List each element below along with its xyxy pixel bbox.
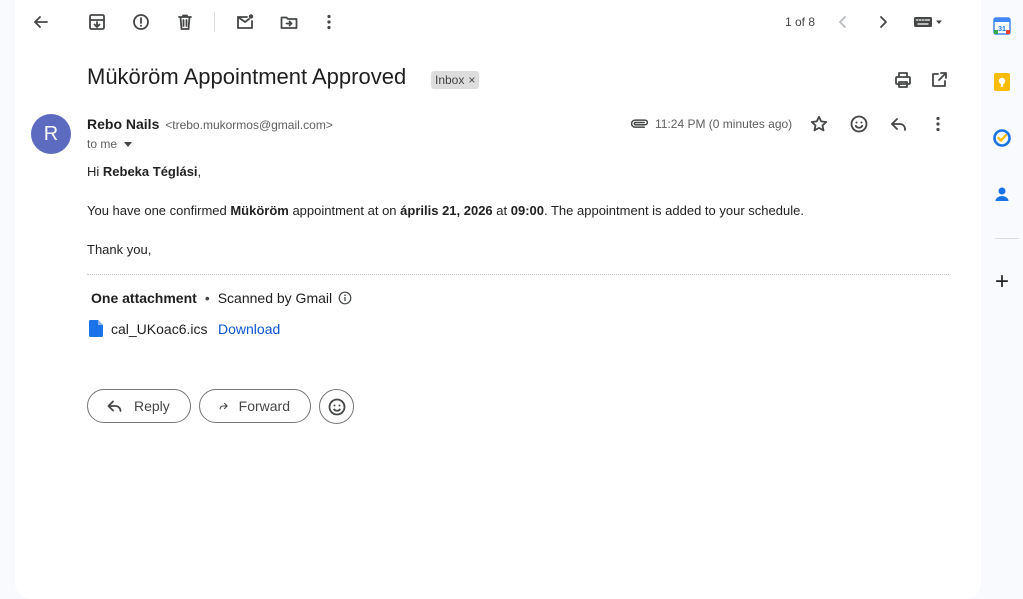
email-body: Hi Rebeka Téglási, You have one confirme… xyxy=(87,164,947,281)
back-arrow-icon xyxy=(34,16,48,28)
move-to-icon xyxy=(280,16,298,29)
reply-label: Reply xyxy=(134,398,170,414)
info-icon[interactable] xyxy=(338,291,352,305)
back-button[interactable] xyxy=(21,2,61,42)
contacts-app-icon xyxy=(995,187,1009,201)
contacts-app-button[interactable] xyxy=(981,178,1023,210)
file-icon xyxy=(89,320,103,337)
appointment-time: 09:00 xyxy=(510,203,544,218)
older-chevron-icon xyxy=(880,16,887,28)
received-time: 11:24 PM (0 minutes ago) xyxy=(655,117,793,131)
report-spam-button[interactable] xyxy=(121,2,161,42)
inbox-label-chip[interactable]: Inbox × xyxy=(431,71,480,89)
greeting-line: Hi Rebeka Téglási, xyxy=(87,164,202,179)
attachment-clip-icon xyxy=(630,119,649,128)
appointment-date: április 21, 2026 xyxy=(400,203,493,218)
forward-label: Forward xyxy=(238,398,290,414)
separator-dot: • xyxy=(204,290,210,306)
emoji-icon xyxy=(850,115,868,133)
emoji-reaction-button[interactable] xyxy=(319,389,354,424)
email-view: 1 of 8 Mükö­röm Appointment Approved Inb… xyxy=(15,0,981,599)
tasks-app-button[interactable] xyxy=(981,122,1023,154)
input-tools-button[interactable] xyxy=(905,2,951,42)
attachment-divider xyxy=(87,274,949,275)
remove-label-icon[interactable]: × xyxy=(468,73,475,87)
toolbar-divider xyxy=(214,12,215,32)
email-subject: Mükö­röm Appointment Approved xyxy=(87,64,407,89)
reply-pill-button[interactable]: Reply xyxy=(87,389,191,423)
recipient-name: Rebeka Téglási xyxy=(102,164,198,179)
recipient-dropdown[interactable]: to me xyxy=(87,137,133,151)
add-app-button[interactable]: + xyxy=(981,266,1023,298)
sender-email: <trebo.mukormos@gmail.com> xyxy=(165,118,333,132)
label-chip-text: Inbox xyxy=(435,73,465,87)
recipient-text: to me xyxy=(87,137,118,151)
archive-button[interactable] xyxy=(77,2,117,42)
side-panel: 31 + xyxy=(981,0,1023,599)
keyboard-icon xyxy=(914,17,942,27)
star-icon xyxy=(810,115,828,132)
delete-button[interactable] xyxy=(165,2,205,42)
calendar-day-text: 31 xyxy=(998,26,1006,33)
service-name: Mükö­röm xyxy=(230,203,289,218)
closing-line: Thank you, xyxy=(87,242,152,257)
more-options-button[interactable] xyxy=(309,2,349,42)
reply-icon xyxy=(891,118,906,131)
forward-pill-button[interactable]: Forward xyxy=(199,389,311,423)
side-panel-divider xyxy=(995,238,1019,239)
message-more-button[interactable] xyxy=(918,104,958,144)
keep-app-button[interactable] xyxy=(981,66,1023,98)
report-spam-icon xyxy=(133,14,149,30)
emoji-icon xyxy=(328,398,345,415)
move-to-button[interactable] xyxy=(269,2,309,42)
newer-chevron-icon xyxy=(839,16,846,28)
pager-text: 1 of 8 xyxy=(785,15,816,29)
keep-app-icon xyxy=(994,73,1010,91)
attachment-file-name[interactable]: cal_UKoac6.ics xyxy=(111,321,208,337)
download-link[interactable]: Download xyxy=(218,321,280,337)
attachment-count: One attachment xyxy=(91,290,197,306)
confirmation-line: You have one confirmed Mükö­röm appointm… xyxy=(87,203,804,218)
open-new-window-button[interactable] xyxy=(919,60,959,100)
tasks-app-icon xyxy=(993,129,1011,147)
print-button[interactable] xyxy=(883,60,923,100)
star-button[interactable] xyxy=(799,104,839,144)
mark-unread-button[interactable] xyxy=(225,2,265,42)
reply-button[interactable] xyxy=(879,104,919,144)
forward-icon xyxy=(219,402,228,410)
more-vert-icon xyxy=(327,14,331,30)
calendar-app-button[interactable]: 31 xyxy=(981,10,1023,42)
open-in-new-icon xyxy=(932,72,947,87)
more-vert-icon xyxy=(936,116,940,132)
newer-button[interactable] xyxy=(823,2,863,42)
sender-line: Rebo Nails <trebo.mukormos@gmail.com> xyxy=(87,116,333,132)
print-icon xyxy=(895,72,911,88)
add-icon: + xyxy=(994,268,1009,295)
calendar-app-icon: 31 xyxy=(993,17,1011,35)
delete-icon xyxy=(178,14,192,30)
scanned-text: Scanned by Gmail xyxy=(217,290,333,306)
sender-avatar[interactable]: R xyxy=(31,114,71,154)
older-button[interactable] xyxy=(863,2,903,42)
attachment-header: One attachment • Scanned by Gmail xyxy=(91,290,352,306)
archive-icon xyxy=(89,14,105,30)
add-reaction-button[interactable] xyxy=(839,104,879,144)
dropdown-caret-icon xyxy=(124,141,133,147)
mark-unread-icon xyxy=(237,14,254,29)
reply-icon xyxy=(107,400,122,412)
sender-name[interactable]: Rebo Nails xyxy=(87,116,159,132)
